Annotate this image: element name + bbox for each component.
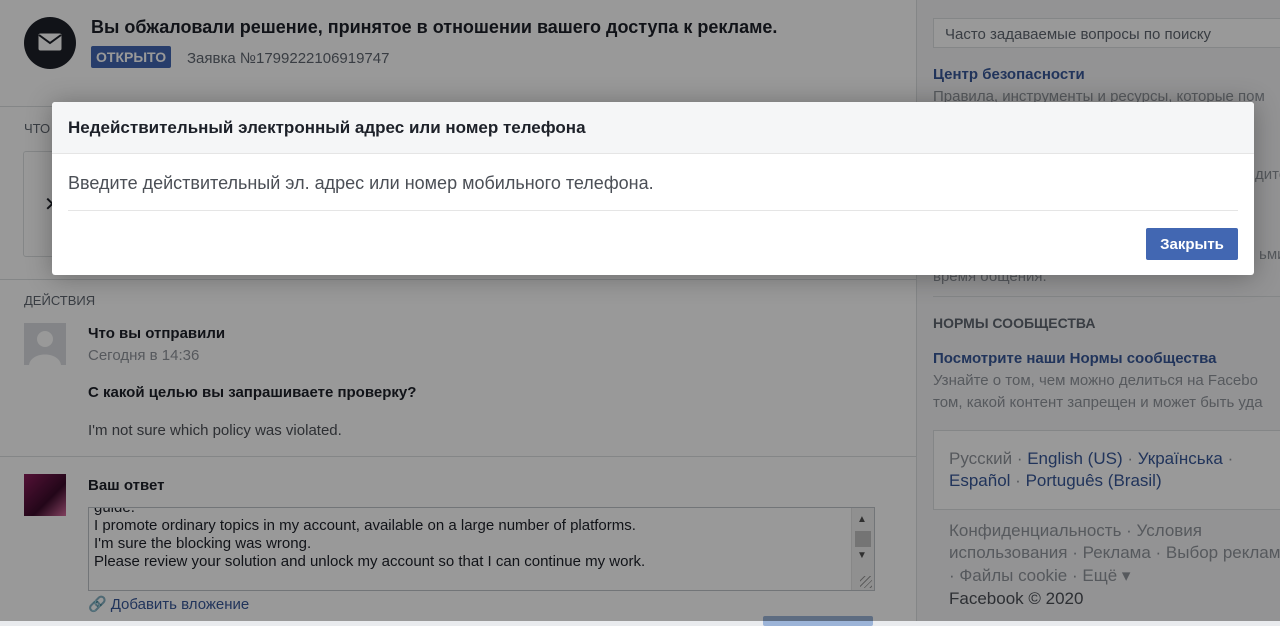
dialog-title: Недействительный электронный адрес или н…: [68, 118, 586, 137]
dialog-message: Введите действительный эл. адрес или ном…: [68, 173, 654, 193]
close-button[interactable]: Закрыть: [1146, 228, 1238, 260]
modal-overlay[interactable]: [0, 0, 1280, 621]
dialog-header: Недействительный электронный адрес или н…: [52, 102, 1254, 154]
error-dialog: Недействительный электронный адрес или н…: [52, 102, 1254, 275]
divider: [68, 210, 1238, 211]
